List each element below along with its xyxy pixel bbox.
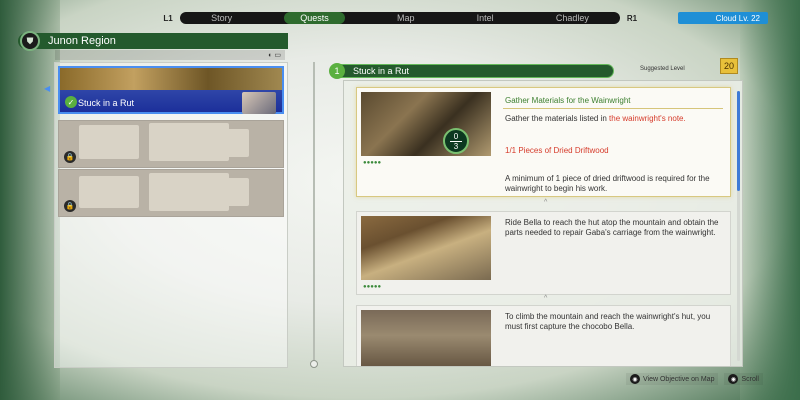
quest-detail-panel[interactable]: 0 3 ●●●●● Gather Materials for the Wainw… bbox=[343, 80, 743, 367]
step-rating-icon: ●●●●● bbox=[363, 284, 382, 290]
quest-paper bbox=[209, 178, 249, 206]
step-connector-icon: ^ bbox=[544, 295, 548, 302]
button-prompts: ◉ View Objective on Map ◉ Scroll bbox=[626, 373, 769, 385]
required-item: 1/1 Pieces of Dried Driftwood bbox=[505, 146, 609, 155]
button-icon: ◉ bbox=[630, 374, 640, 384]
view-objective-prompt[interactable]: ◉ View Objective on Map bbox=[626, 373, 719, 385]
tab-story[interactable]: Story bbox=[201, 13, 242, 23]
step-instruction: To climb the mountain and reach the wain… bbox=[505, 312, 711, 331]
suggested-level-value: 20 bbox=[720, 58, 738, 74]
quest-step-2: ●●●●● Ride Bella to reach the hut atop t… bbox=[356, 211, 731, 295]
quest-paper bbox=[79, 125, 139, 159]
quest-card-locked[interactable]: 🔒 bbox=[58, 169, 284, 217]
lock-icon: 🔒 bbox=[64, 200, 76, 212]
step-image bbox=[361, 310, 491, 366]
background-right-edge bbox=[740, 0, 800, 400]
scroll-prompt[interactable]: ◉ Scroll bbox=[724, 373, 763, 385]
quest-detail-title: Stuck in a Rut bbox=[353, 66, 410, 76]
filter-icons[interactable]: ◐ ▭ bbox=[268, 51, 281, 59]
tab-chadley[interactable]: Chadley bbox=[546, 13, 599, 23]
selection-cursor-icon: ◀ bbox=[44, 84, 51, 93]
counter-top: 0 bbox=[453, 131, 459, 141]
wainwright-note-link[interactable]: the wainwright's note. bbox=[609, 114, 686, 123]
step-image bbox=[361, 92, 491, 156]
progress-counter: 0 3 bbox=[443, 128, 469, 154]
character-level-badge: Cloud Lv. 22 bbox=[678, 12, 768, 24]
nav-right-bumper[interactable]: R1 bbox=[624, 11, 640, 25]
quest-card-locked[interactable]: 🔒 bbox=[58, 120, 284, 168]
quest-detail-header: 1 Stuck in a Rut bbox=[329, 63, 614, 79]
step-instruction: Gather the materials listed in the wainw… bbox=[505, 114, 721, 124]
heading-underline bbox=[503, 108, 723, 109]
check-icon: ✓ bbox=[65, 96, 77, 108]
step-heading: Gather Materials for the Wainwright bbox=[505, 96, 631, 105]
scrollbar-thumb[interactable] bbox=[737, 91, 740, 191]
background-left-edge bbox=[0, 0, 60, 400]
nav-tab-bar: Story Quests Map Intel Chadley bbox=[180, 12, 620, 24]
timeline-end-dot bbox=[310, 360, 318, 368]
lock-icon: 🔒 bbox=[64, 151, 76, 163]
quest-paper bbox=[79, 176, 139, 208]
top-navigation: L1 Story Quests Map Intel Chadley R1 bbox=[160, 11, 640, 25]
step-image bbox=[361, 216, 491, 280]
quest-step-1: 0 3 ●●●●● Gather Materials for the Wainw… bbox=[356, 87, 731, 197]
instruction-text: Gather the materials listed in bbox=[505, 114, 610, 123]
view-objective-label: View Objective on Map bbox=[643, 375, 715, 383]
step-connector-icon: ^ bbox=[544, 199, 548, 206]
quest-step-3: To climb the mountain and reach the wain… bbox=[356, 305, 731, 366]
nav-left-bumper[interactable]: L1 bbox=[160, 11, 176, 25]
step-instruction: Ride Bella to reach the hut atop the mou… bbox=[505, 218, 719, 237]
region-title: Junon Region bbox=[48, 35, 116, 47]
scroll-label: Scroll bbox=[741, 375, 759, 383]
suggested-level-label: Suggested Level bbox=[640, 66, 685, 72]
quest-thumbnail bbox=[60, 68, 282, 90]
region-crest-icon: ⛊ bbox=[20, 31, 40, 51]
quest-filter-bar: ◐ ▭ bbox=[55, 50, 285, 60]
quest-card-stuck-in-a-rut[interactable]: ✓ Stuck in a Rut bbox=[58, 66, 284, 114]
timeline-divider bbox=[313, 62, 315, 362]
counter-bottom: 3 bbox=[453, 141, 459, 151]
quest-paper bbox=[209, 129, 249, 157]
quest-giver-portrait bbox=[242, 92, 276, 114]
stick-icon: ◉ bbox=[728, 374, 739, 384]
tab-intel[interactable]: Intel bbox=[467, 13, 504, 23]
quest-number-badge: 1 bbox=[329, 63, 345, 79]
quest-list: ✓ Stuck in a Rut 🔒 🔒 bbox=[54, 62, 288, 368]
tab-map[interactable]: Map bbox=[387, 13, 425, 23]
quest-name: Stuck in a Rut bbox=[78, 98, 135, 108]
step-rating-icon: ●●●●● bbox=[363, 160, 382, 166]
tab-quests[interactable]: Quests bbox=[284, 12, 345, 24]
step-note: A minimum of 1 piece of dried driftwood … bbox=[505, 174, 710, 193]
region-header: ⛊ Junon Region bbox=[18, 31, 288, 51]
